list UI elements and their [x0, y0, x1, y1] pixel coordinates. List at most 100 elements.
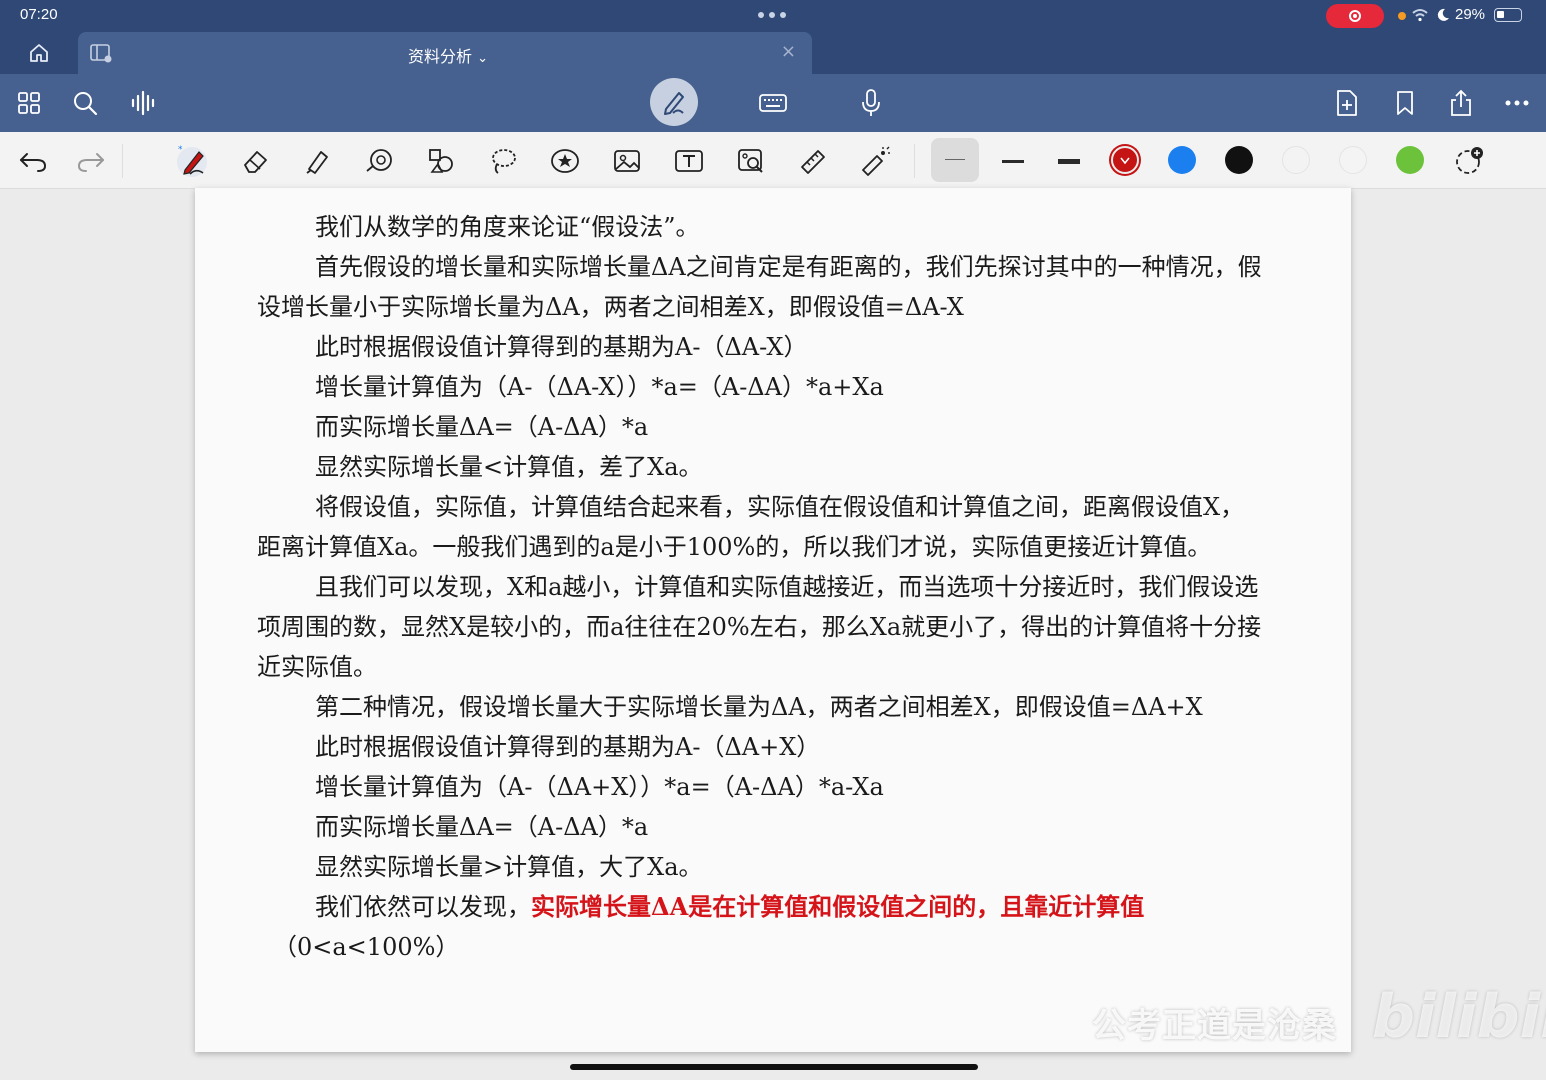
- pen-tool-icon: *: [177, 145, 207, 177]
- color-swatch-white[interactable]: [1339, 146, 1367, 174]
- star-sticker-icon: [551, 149, 579, 173]
- keyboard-icon: [759, 94, 787, 112]
- bookmark-button[interactable]: [1388, 86, 1422, 120]
- battery-icon: [1494, 8, 1522, 22]
- undo-button[interactable]: [16, 144, 50, 178]
- paragraph: 我们从数学的角度来论证“假设法”。: [315, 213, 700, 241]
- keyboard-mode-button[interactable]: [756, 86, 790, 120]
- more-icon: [1505, 100, 1529, 106]
- laser-pointer-icon: [862, 146, 890, 176]
- paragraph: 第二种情况，假设增长量大于实际增长量为ΔA，两者之间相差X，即假设值=ΔA+X: [315, 693, 1203, 721]
- chevron-down-icon: [1120, 157, 1130, 165]
- paragraph: 增长量计算值为（A-（ΔA-X））*a=（A-ΔA）*a+Xa: [315, 373, 884, 401]
- pen-icon: [664, 92, 684, 115]
- toolbar-divider: [914, 144, 915, 178]
- paragraph: 此时根据假设值计算得到的基期为A-（ΔA-X）: [315, 333, 808, 361]
- ruler-icon: [801, 150, 825, 174]
- line-width-thin-button[interactable]: [931, 138, 979, 182]
- line-width-thick-icon: [1058, 159, 1080, 164]
- lasso-tool[interactable]: [486, 144, 520, 178]
- search-button[interactable]: [68, 86, 102, 120]
- sticker-tool[interactable]: [548, 144, 582, 178]
- tab-title[interactable]: 资料分析 ⌄: [408, 43, 488, 67]
- svg-text:*: *: [178, 145, 183, 155]
- color-swatch-black[interactable]: [1225, 146, 1253, 174]
- multitasking-dots-icon[interactable]: [758, 12, 786, 18]
- home-button[interactable]: [22, 40, 56, 66]
- color-swatch-red[interactable]: [1111, 146, 1139, 174]
- document-tab[interactable]: 资料分析 ⌄ ×: [78, 32, 812, 74]
- camera-scan-tool[interactable]: [734, 144, 768, 178]
- line-width-thick-button[interactable]: [1052, 144, 1086, 178]
- search-icon: [74, 92, 98, 116]
- audio-recording-button[interactable]: [126, 86, 160, 120]
- shape-tool[interactable]: [362, 144, 396, 178]
- highlighter-tool[interactable]: [300, 144, 334, 178]
- line-width-medium-button[interactable]: [996, 144, 1030, 178]
- bilibili-logo: bilibili: [1372, 982, 1546, 1052]
- conclusion-prefix: 我们依然可以发现，: [315, 893, 531, 921]
- text-box-icon: [675, 150, 703, 172]
- lasso-icon: [492, 149, 516, 174]
- line-width-medium-icon: [1002, 160, 1024, 163]
- add-color-icon: [1456, 147, 1483, 174]
- screen-recording-icon[interactable]: [1326, 4, 1384, 28]
- wifi-icon: [1412, 9, 1428, 22]
- drawing-toolbar: *: [0, 132, 1546, 189]
- text-tool[interactable]: [672, 144, 706, 178]
- grid-view-button[interactable]: [12, 86, 46, 120]
- share-button[interactable]: [1444, 86, 1478, 120]
- pen-mode-button[interactable]: [650, 78, 698, 126]
- document-navbar: [0, 74, 1546, 132]
- voice-mode-button[interactable]: [854, 86, 888, 120]
- image-tool[interactable]: [610, 144, 644, 178]
- paragraph-list: 我们从数学的角度来论证“假设法”。首先假设的增长量和实际增长量ΔA之间肯定是有距…: [257, 207, 1267, 887]
- add-page-icon: [1337, 90, 1357, 116]
- microphone-icon: [862, 89, 880, 116]
- redo-button[interactable]: [74, 144, 108, 178]
- focus-moon-icon: [1437, 8, 1449, 21]
- highlighted-conclusion: 实际增长量ΔA是在计算值和假设值之间的，且靠近计算值: [531, 892, 1145, 921]
- sidebar-icon[interactable]: [88, 40, 114, 66]
- paragraph: 此时根据假设值计算得到的基期为A-（ΔA+X）: [315, 733, 821, 761]
- document-body: 我们从数学的角度来论证“假设法”。首先假设的增长量和实际增长量ΔA之间肯定是有距…: [257, 207, 1267, 967]
- add-page-button[interactable]: [1330, 86, 1364, 120]
- paragraph: 且我们可以发现，X和a越小，计算值和实际值越接近，而当选项十分接近时，我们假设选…: [257, 573, 1262, 681]
- image-search-icon: [738, 149, 763, 173]
- document-page[interactable]: 我们从数学的角度来论证“假设法”。首先假设的增长量和实际增长量ΔA之间肯定是有距…: [195, 188, 1351, 1052]
- mic-in-use-indicator: [1398, 12, 1406, 20]
- paragraph: 而实际增长量ΔA=（A-ΔA）*a: [315, 413, 649, 441]
- eraser-icon: [244, 151, 267, 173]
- paragraph: 将假设值，实际值，计算值结合起来看，实际值在假设值和计算值之间，距离假设值X，距…: [257, 493, 1245, 561]
- watermark-channel: 公考正道是沧桑: [1092, 1006, 1337, 1046]
- laser-pointer-tool[interactable]: [858, 144, 892, 178]
- toolbar-divider: [122, 144, 123, 178]
- tab-close-button[interactable]: ×: [781, 41, 796, 62]
- grid-icon: [18, 92, 40, 114]
- color-swatch-blue[interactable]: [1168, 146, 1196, 174]
- bookmark-icon: [1397, 91, 1413, 115]
- more-options-button[interactable]: [1500, 86, 1534, 120]
- eraser-tool[interactable]: [238, 144, 272, 178]
- color-swatch-white[interactable]: [1282, 146, 1310, 174]
- paragraph: 增长量计算值为（A-（ΔA+X））*a=（A-ΔA）*a-Xa: [315, 773, 884, 801]
- color-swatch-green[interactable]: [1396, 146, 1424, 174]
- chevron-down-icon: ⌄: [477, 51, 489, 66]
- highlighter-icon: [306, 151, 328, 174]
- battery-percent: 29%: [1455, 6, 1486, 23]
- pen-tool[interactable]: *: [176, 144, 210, 178]
- ruler-tool[interactable]: [796, 144, 830, 178]
- paragraph: 显然实际增长量<计算值，差了Xa。: [315, 453, 703, 481]
- paragraph: 而实际增长量ΔA=（A-ΔA）*a: [315, 813, 649, 841]
- condition-text: （0<a<100%）: [273, 933, 460, 961]
- home-indicator[interactable]: [570, 1064, 978, 1070]
- paragraph: 首先假设的增长量和实际增长量ΔA之间肯定是有距离的，我们先探讨其中的一种情况，假…: [257, 253, 1262, 321]
- conclusion-paragraph: 我们依然可以发现，实际增长量ΔA是在计算值和假设值之间的，且靠近计算值: [257, 887, 1267, 927]
- line-width-thin-icon: [945, 159, 965, 160]
- redo-icon: [77, 153, 104, 172]
- shapes-element-icon: [429, 149, 453, 173]
- add-color-button[interactable]: [1452, 144, 1486, 178]
- home-icon: [30, 44, 48, 62]
- element-tool[interactable]: [424, 144, 458, 178]
- status-time: 07:20: [20, 6, 58, 23]
